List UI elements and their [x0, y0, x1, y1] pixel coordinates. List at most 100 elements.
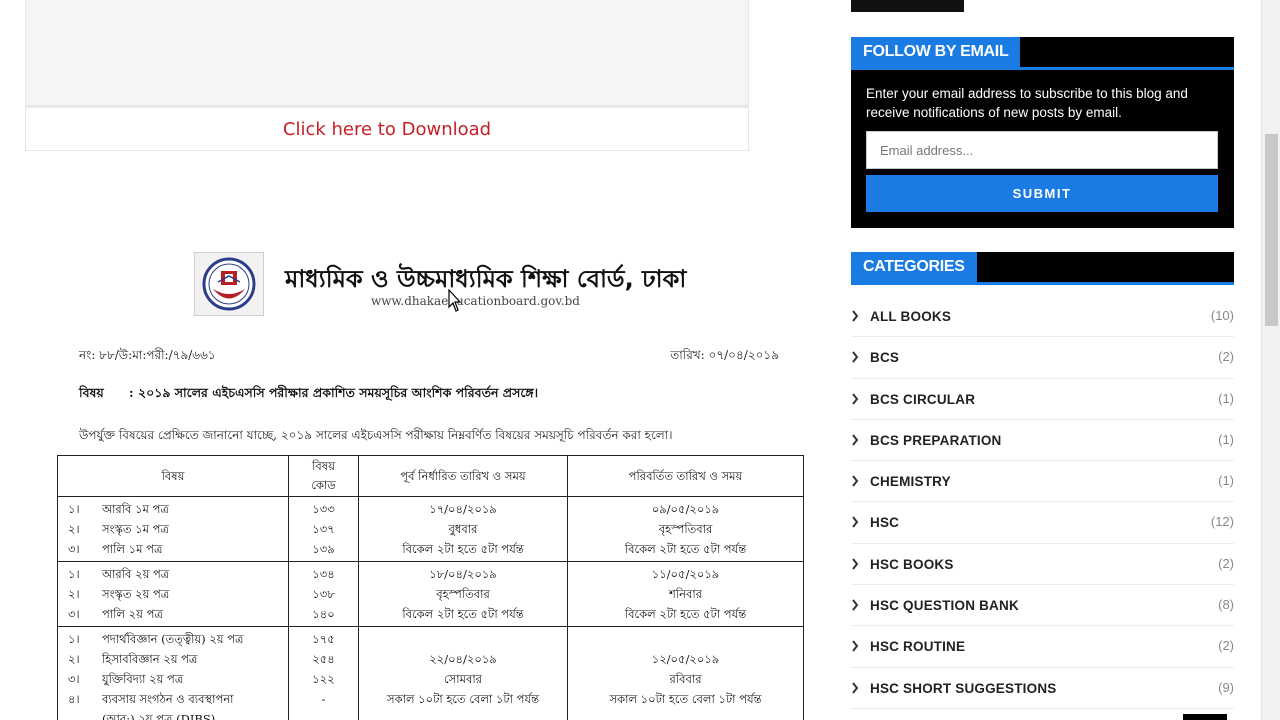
subject-name: পদার্থবিজ্ঞান (তত্ত্বীয়) ২য় পত্র [102, 632, 244, 646]
category-name[interactable]: BCS PREPARATION [870, 433, 1002, 448]
serial-number: ২। [68, 587, 80, 601]
categories-widget-title: CATEGORIES [851, 252, 977, 282]
subject-line: ৩। পালি ১ম পত্র [58, 539, 288, 559]
category-item[interactable]: HSC ROUTINE (2) [851, 626, 1234, 668]
scrollbar-thumb[interactable] [1265, 134, 1278, 326]
category-item[interactable]: BCS (2) [851, 337, 1234, 379]
subject-name: পালি ২য় পত্র [102, 607, 163, 621]
download-bar: Click here to Download [25, 106, 749, 151]
chevron-right-icon [851, 309, 861, 322]
subject-line: ১। আরবি ২য় পত্র [58, 564, 288, 584]
revised-schedule-line: শনিবার [668, 587, 703, 601]
subjects-cell: ১। আরবি ২য় পত্র ২। সংস্কৃত ২য় পত্র ৩। পালি … [57, 561, 289, 627]
serial-number: ৩। [68, 672, 80, 686]
codes-cell: ১৭৫ ২৫৪ ১২২ - [288, 626, 359, 720]
category-name[interactable]: HSC BOOKS [870, 557, 954, 572]
header-code-line1: বিষয় [312, 459, 335, 473]
categories-list: ALL BOOKS (10) BCS (2) BCS CIRCULAR (1) BCS PR… [851, 296, 1234, 709]
table-row: ১। আরবি ২য় পত্র ২। সংস্কৃত ২য় পত্র ৩। পালি … [57, 561, 804, 627]
subject-line: ২। সংস্কৃত ১ম পত্র [58, 519, 288, 539]
subject-line: ৩। যুক্তিবিদ্যা ২য় পত্র [58, 669, 288, 689]
page-scrollbar[interactable] [1261, 0, 1280, 720]
category-item[interactable]: HSC QUESTION BANK (8) [851, 585, 1234, 627]
revised-schedule-line: বিকেল ২টা হতে ৫টা পর্যন্ত [624, 607, 747, 621]
subject-name: হিসাববিজ্ঞান ২য় পত্র [102, 652, 198, 666]
category-name[interactable]: BCS [870, 350, 899, 365]
subject-code: ১৩৭ [312, 522, 335, 536]
revised-schedule: ১২/০৫/২০১৯ রবিবার সকাল ১০টা হতে বেলা ১টা প… [567, 626, 804, 720]
revised-schedule-line: বিকেল ২টা হতে ৫টা পর্যন্ত [624, 542, 747, 556]
categories-widget-header: CATEGORIES [851, 252, 1234, 285]
chevron-right-icon [851, 474, 861, 487]
subject-name: আরবি ২য় পত্র [102, 567, 170, 581]
codes-cell: ১৩৩ ১৩৭ ১৩৯ [288, 496, 359, 562]
category-item[interactable]: ALL BOOKS (10) [851, 296, 1234, 338]
document-viewer-frame [25, 0, 749, 106]
subject-name: পালি ১ম পত্র [102, 542, 163, 556]
chevron-right-icon [851, 639, 861, 652]
subject-code: - [321, 692, 326, 706]
category-item[interactable]: HSC BOOKS (2) [851, 544, 1234, 586]
category-item[interactable]: HSC SHORT SUGGESTIONS (9) [851, 668, 1234, 709]
category-count: (10) [1210, 308, 1234, 323]
subject-code: ১৩৪ [312, 567, 335, 581]
serial-number: ২। [68, 652, 80, 666]
subject-name: যুক্তিবিদ্যা ২য় পত্র [102, 672, 184, 686]
category-name[interactable]: HSC SHORT SUGGESTIONS [870, 681, 1056, 696]
category-count: (1) [1218, 431, 1234, 447]
schedule-table: বিষয় বিষয় কোড পূর্ব নির্ধারিত তারিখ ও … [57, 455, 804, 720]
download-link[interactable]: Click here to Download [283, 119, 491, 140]
chevron-right-icon [851, 557, 861, 570]
education-board-seal-icon [194, 252, 264, 316]
subject-code: ২৫৪ [312, 652, 335, 666]
subject-line: ১। পদার্থবিজ্ঞান (তত্ত্বীয়) ২য় পত্র [58, 629, 288, 649]
header-subject: বিষয় [57, 455, 289, 497]
notice-subject: বিষয়: ২০১৯ সালের এইচএসসি পরীক্ষার প্রকা… [79, 385, 538, 405]
previous-schedule: ১৭/০৪/২০১৯ বুধবার বিকেল ২টা হতে ৫টা পর্যন্… [358, 496, 568, 562]
category-count: (1) [1218, 390, 1234, 406]
revised-schedule: ১১/০৫/২০১৯ শনিবার বিকেল ২টা হতে ৫টা পর্যন্… [567, 561, 804, 627]
subject-line: ২। হিসাববিজ্ঞান ২য় পত্র [58, 649, 288, 669]
category-name[interactable]: HSC ROUTINE [870, 639, 965, 654]
notice-date: তারিখ: ০৭/০৪/২০১৯ [670, 348, 779, 362]
memo-number: নং: ৮৮/উ:মা:পরী:/৭৯/৬৬১ [79, 348, 216, 362]
previous-schedule-line: সোমবার [443, 672, 483, 686]
notice-document: মাধ্যমিক ও উচ্চমাধ্যমিক শিক্ষা বোর্ড, ঢা… [57, 245, 804, 720]
category-item[interactable]: CHEMISTRY (1) [851, 461, 1234, 503]
chevron-right-icon [851, 350, 861, 363]
category-item[interactable]: BCS CIRCULAR (1) [851, 379, 1234, 420]
subject-line: ২। সংস্কৃত ২য় পত্র [58, 584, 288, 604]
table-header-row: বিষয় বিষয় কোড পূর্ব নির্ধারিত তারিখ ও … [57, 455, 804, 497]
submit-button[interactable]: SUBMIT [866, 175, 1218, 212]
category-name[interactable]: BCS CIRCULAR [870, 392, 975, 407]
category-name[interactable]: CHEMISTRY [870, 474, 951, 489]
subject-line: ৪। ব্যবসায় সংগঠন ও ব্যবস্থাপনা [58, 689, 288, 709]
revised-schedule-line: রবিবার [669, 672, 702, 686]
category-count: (1) [1218, 473, 1234, 489]
category-name[interactable]: HSC [870, 515, 899, 530]
revised-schedule: ০৯/০৫/২০১৯ বৃহস্পতিবার বিকেল ২টা হতে ৫টা প… [567, 496, 804, 562]
subject-code: ১৩৩ [312, 502, 335, 516]
table-row: ১। পদার্থবিজ্ঞান (তত্ত্বীয়) ২য় পত্র ২। হি… [57, 626, 804, 720]
serial-number: ৩। [68, 607, 80, 621]
category-name[interactable]: ALL BOOKS [870, 309, 951, 324]
header-previous: পূর্ব নির্ধারিত তারিখ ও সময় [358, 455, 568, 497]
subject-code: ১৭৫ [312, 632, 335, 646]
serial-number: ৩। [68, 542, 80, 556]
subjects-cell: ১। পদার্থবিজ্ঞান (তত্ত্বীয়) ২য় পত্র ২। হি… [57, 626, 289, 720]
subjects-cell: ১। আরবি ১ম পত্র ২। সংস্কৃত ১ম পত্র ৩। পালি ১ম… [57, 496, 289, 562]
subject-name: সংস্কৃত ২য় পত্র [102, 587, 170, 601]
category-item[interactable]: HSC (12) [851, 502, 1234, 544]
category-count: (2) [1218, 555, 1234, 571]
previous-schedule-line: ১৭/০৪/২০১৯ [429, 502, 497, 516]
subject-name: সংস্কৃত ১ম পত্র [102, 522, 169, 536]
follow-widget-header: FOLLOW BY EMAIL [851, 37, 1234, 70]
email-field[interactable] [866, 131, 1218, 169]
category-name[interactable]: HSC QUESTION BANK [870, 598, 1019, 613]
previous-schedule: ২২/০৪/২০১৯ সোমবার সকাল ১০টা হতে বেলা ১টা প… [358, 626, 568, 720]
header-revised: পরিবর্তিত তারিখ ও সময় [567, 455, 804, 497]
category-item[interactable]: BCS PREPARATION (1) [851, 420, 1234, 462]
subject-line: ১। আরবি ১ম পত্র [58, 499, 288, 519]
subject-code: ১৩৯ [312, 542, 335, 556]
chevron-right-icon [851, 392, 861, 405]
